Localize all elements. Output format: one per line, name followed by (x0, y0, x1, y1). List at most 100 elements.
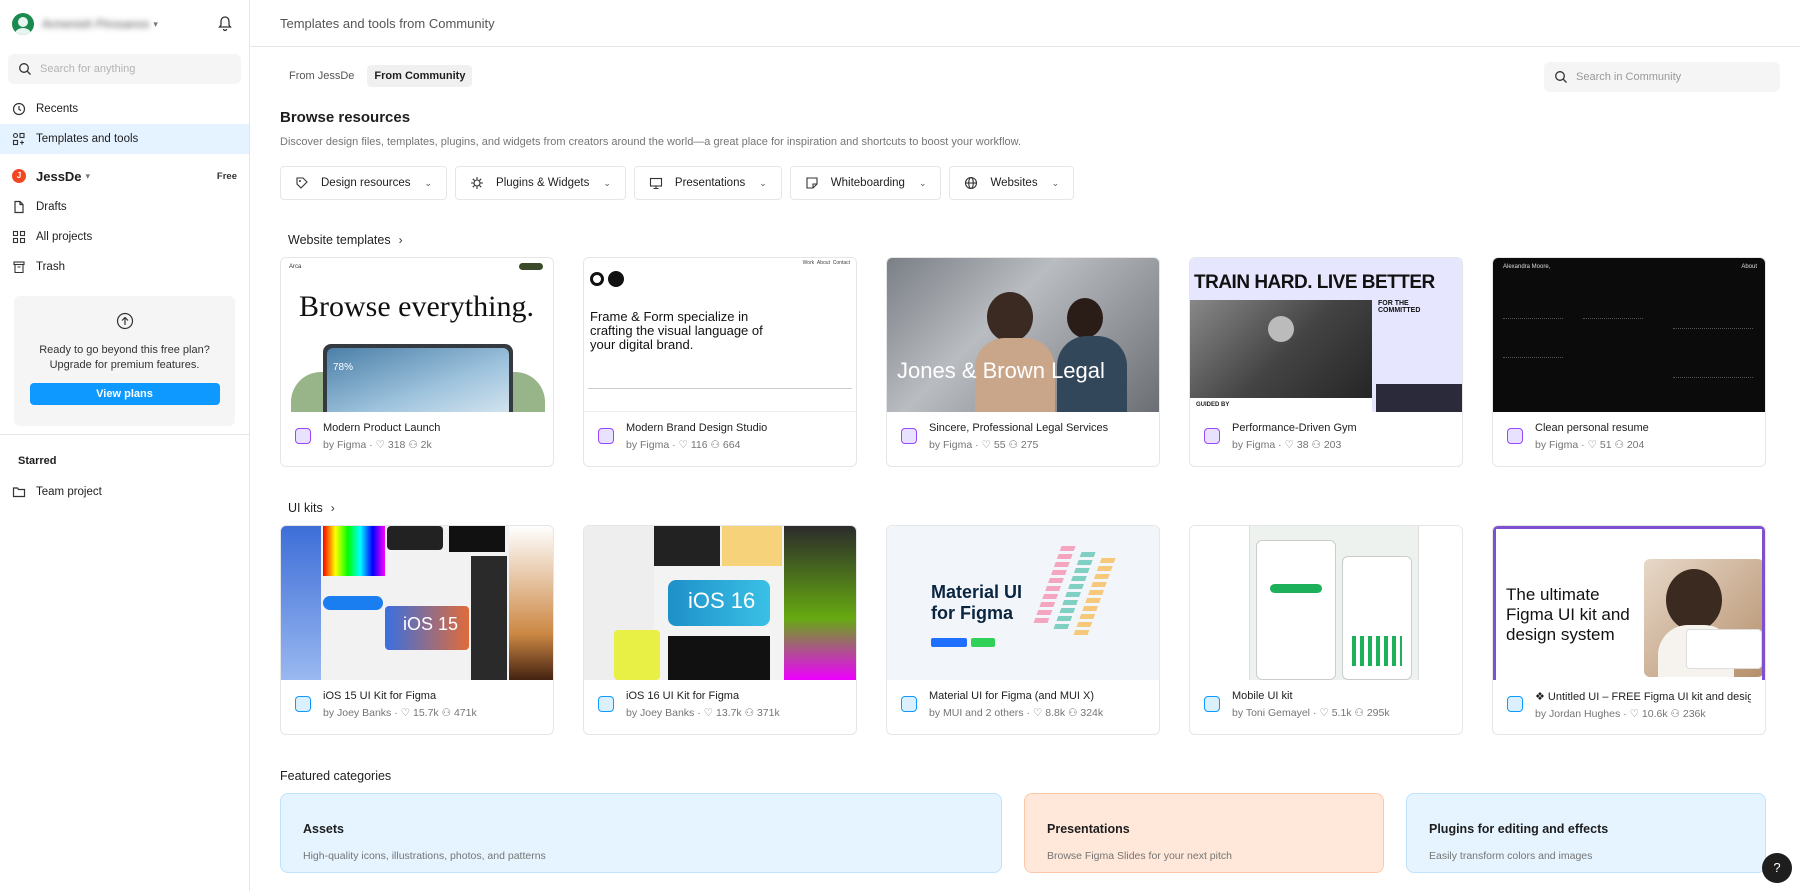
browse-heading: Browse resources (280, 109, 411, 126)
category-presentations[interactable]: Presentations Browse Figma Slides for yo… (1024, 793, 1384, 873)
help-button[interactable]: ? (1762, 853, 1792, 883)
category-description: Browse Figma Slides for your next pitch (1047, 850, 1232, 862)
chevron-down-icon: ⌄ (603, 177, 611, 188)
template-thumbnail: Alexandra Moore, About (1493, 258, 1765, 412)
avatar[interactable] (12, 13, 34, 35)
plugin-icon (471, 177, 484, 189)
website-icon (1204, 428, 1220, 444)
sidebar-item-label: All projects (36, 231, 93, 243)
chevron-down-icon[interactable]: ▾ (153, 19, 158, 30)
plan-badge: Free (216, 170, 237, 182)
file-icon (14, 200, 24, 214)
design-file-icon (1204, 696, 1220, 712)
user-icon: ⚇ (441, 707, 452, 719)
tab-from-team[interactable]: From JessDe (282, 65, 361, 87)
card-meta: Sincere, Professional Legal Services by … (887, 412, 1159, 451)
design-resources-icon (296, 177, 308, 189)
folder-icon (12, 487, 26, 498)
search-placeholder: Search for anything (40, 63, 136, 75)
sidebar-item-trash[interactable]: Trash (0, 252, 249, 282)
card-meta: ❖ Untitled UI – FREE Figma UI kit and de… (1493, 680, 1765, 720)
sidebar-item-team-project[interactable]: Team project (0, 477, 249, 507)
sidebar-item-drafts[interactable]: Drafts (0, 192, 249, 222)
heart-icon: ♡ (1032, 707, 1043, 719)
sidebar-item-recents[interactable]: Recents (0, 94, 249, 124)
ui-kits-row: iOS 15 iOS 15 UI Kit for Figma by Joey B… (250, 525, 1800, 735)
user-icon: ⚇ (1008, 439, 1018, 451)
chevron-down-icon: ▾ (85, 170, 91, 181)
arrow-up-circle-icon (116, 312, 133, 330)
clock-icon (12, 102, 26, 116)
section-title: UI kits (288, 501, 323, 515)
thumb-headline: Jones & Brown Legal (897, 358, 1105, 383)
template-card[interactable]: Work About Contact Frame & Form speciali… (583, 257, 857, 467)
tab-from-community[interactable]: From Community (367, 65, 473, 87)
sidebar-item-label: Recents (36, 103, 79, 115)
filter-plugins-widgets[interactable]: Plugins & Widgets ⌄ (455, 166, 626, 200)
design-file-icon (598, 696, 614, 712)
template-thumbnail: The ultimate Figma UI kit and design sys… (1493, 526, 1765, 680)
user-icon: ⚇ (1311, 439, 1321, 451)
template-thumbnail: Arca Browse everything. 78% (281, 258, 553, 412)
filter-presentations[interactable]: Presentations ⌄ (633, 166, 782, 200)
filter-whiteboarding[interactable]: Whiteboarding ⌄ (789, 166, 942, 200)
account-name[interactable]: Armenish Pirosanos (42, 17, 149, 31)
design-file-icon (1507, 696, 1523, 712)
card-meta: Clean personal resume by Figma · ♡ 51 ⚇ … (1493, 412, 1765, 451)
template-card[interactable]: Mobile UI kit by Toni Gemayel · ♡ 5.1k ⚇… (1189, 525, 1463, 735)
sidebar-item-templates[interactable]: Templates and tools (0, 124, 249, 154)
card-stats: by Figma · ♡ 116 ⚇ 664 (626, 439, 741, 451)
filter-websites[interactable]: Websites ⌄ (949, 166, 1075, 200)
template-card[interactable]: Jones & Brown Legal Sincere, Professiona… (886, 257, 1160, 467)
template-card[interactable]: Material UI for Figma Material UI for Fi… (886, 525, 1160, 735)
browse-description: Discover design files, templates, plugin… (280, 136, 1022, 148)
website-templates-row: Arca Browse everything. 78% Modern Produ… (250, 257, 1800, 467)
website-icon (598, 428, 614, 444)
thumb-headline: Alexandra Moore, (1503, 264, 1551, 270)
community-search-input[interactable]: Search in Community (1544, 62, 1780, 92)
featured-categories-heading: Featured categories (280, 769, 392, 783)
website-templates-heading[interactable]: Website templates › (250, 233, 1800, 247)
team-switcher[interactable]: J JessDe ▾ Free (0, 160, 249, 192)
heart-icon: ♡ (1629, 708, 1639, 720)
card-title: iOS 15 UI Kit for Figma (323, 690, 437, 702)
template-card[interactable]: Arca Browse everything. 78% Modern Produ… (280, 257, 554, 467)
templates-icon (12, 132, 25, 146)
heart-icon: ♡ (981, 439, 991, 451)
user-icon: ⚇ (1614, 439, 1624, 451)
category-assets[interactable]: Assets High-quality icons, illustrations… (280, 793, 1002, 873)
card-meta: Material UI for Figma (and MUI X) by MUI… (887, 680, 1159, 719)
template-thumbnail: Work About Contact Frame & Form speciali… (584, 258, 856, 412)
team-avatar: J (12, 169, 26, 183)
starred-heading: Starred (18, 455, 57, 467)
heart-icon: ♡ (1587, 439, 1597, 451)
user-icon: ⚇ (1670, 708, 1680, 720)
template-thumbnail: TRAIN HARD. LIVE BETTER GUIDED BY FOR TH… (1190, 258, 1462, 412)
search-icon (1555, 71, 1567, 83)
chevron-down-icon: ⌄ (759, 177, 767, 188)
search-input[interactable]: Search for anything (8, 54, 241, 84)
card-stats: by Figma · ♡ 38 ⚇ 203 (1232, 439, 1342, 451)
filter-design-resources[interactable]: Design resources ⌄ (280, 166, 448, 200)
chevron-right-icon: › (330, 501, 335, 515)
card-title: iOS 16 UI Kit for Figma (626, 690, 740, 702)
template-card[interactable]: Alexandra Moore, About Clean personal re… (1492, 257, 1766, 467)
card-stats: by Figma · ♡ 318 ⚇ 2k (323, 439, 432, 451)
whiteboard-icon (806, 177, 818, 189)
template-card[interactable]: The ultimate Figma UI kit and design sys… (1492, 525, 1766, 735)
card-stats: by Joey Banks · ♡ 13.7k ⚇ 371k (626, 707, 780, 719)
ui-kits-heading[interactable]: UI kits › (250, 501, 1800, 515)
tab-bar: From JessDe From Community Search in Com… (250, 47, 1800, 105)
card-title: Modern Product Launch (323, 422, 441, 434)
chevron-down-icon: ⌄ (424, 177, 433, 188)
template-card[interactable]: TRAIN HARD. LIVE BETTER GUIDED BY FOR TH… (1189, 257, 1463, 467)
template-card[interactable]: iOS 15 iOS 15 UI Kit for Figma by Joey B… (280, 525, 554, 735)
user-icon: ⚇ (1354, 707, 1364, 719)
website-icon (901, 428, 917, 444)
sidebar-item-all-projects[interactable]: All projects (0, 222, 249, 252)
view-plans-button[interactable]: View plans (29, 383, 220, 405)
category-plugins[interactable]: Plugins for editing and effects Easily t… (1406, 793, 1766, 873)
template-card[interactable]: iOS 16 iOS 16 UI Kit for Figma by Joey B… (583, 525, 857, 735)
bell-icon[interactable] (215, 14, 235, 34)
featured-categories-row: Assets High-quality icons, illustrations… (250, 793, 1800, 873)
